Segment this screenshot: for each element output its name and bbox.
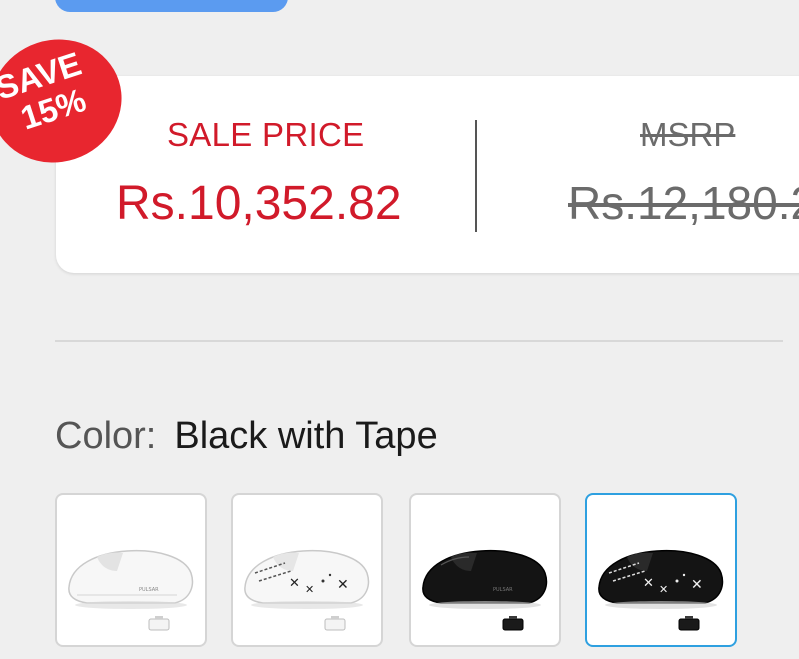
color-swatch-black-with-tape[interactable]: ✕ ✕ ✕ [585, 493, 737, 647]
sale-price-label: SALE PRICE [167, 116, 365, 153]
white-tape-mouse-image: ✕ ✕ ✕ [244, 549, 370, 631]
price-card: SALE PRICE Rs.10,352.82 MSRP Rs.12,180.2… [56, 76, 799, 273]
black-mouse-image: PULSAR [422, 549, 548, 631]
color-selector-header: Color: Black with Tape [55, 415, 438, 458]
color-label: Color: [55, 415, 157, 457]
msrp-value: Rs.12,180.29 [568, 177, 799, 229]
color-swatch-white[interactable]: PULSAR [55, 493, 207, 647]
selected-color-value: Black with Tape [174, 415, 438, 457]
section-divider [55, 340, 783, 342]
svg-text:✕: ✕ [289, 576, 300, 591]
sale-price-value: Rs.10,352.82 [116, 177, 402, 230]
svg-text:PULSAR: PULSAR [139, 587, 159, 593]
svg-text:✕: ✕ [305, 583, 314, 596]
svg-text:✕: ✕ [643, 576, 654, 591]
color-swatch-black[interactable]: PULSAR [409, 493, 561, 647]
msrp-label: MSRP [640, 116, 736, 153]
svg-text:✕: ✕ [337, 577, 349, 593]
black-tape-mouse-image: ✕ ✕ ✕ [598, 549, 724, 631]
price-divider [475, 120, 477, 232]
white-mouse-image: PULSAR [68, 549, 194, 631]
top-action-button[interactable] [55, 0, 288, 12]
svg-text:PULSAR: PULSAR [493, 587, 513, 593]
svg-text:✕: ✕ [691, 577, 703, 593]
svg-text:✕: ✕ [659, 583, 668, 596]
color-swatch-white-with-tape[interactable]: ✕ ✕ ✕ [231, 493, 383, 647]
